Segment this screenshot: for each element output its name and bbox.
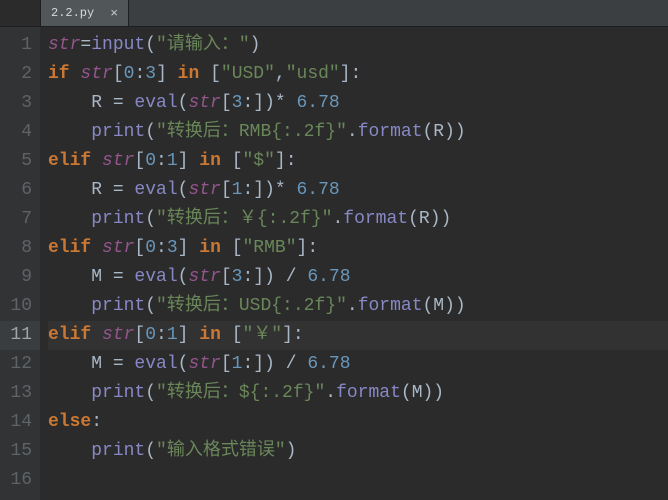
code-line: elif str[0:1] in ["$"]: — [48, 147, 668, 176]
code-line: str=input("请输入：") — [48, 31, 668, 60]
gutter: 1 2 3 4 5 6 7 8 9 10 11 12 13 14 15 16 — [0, 27, 40, 500]
code-line: if str[0:3] in ["USD","usd"]: — [48, 60, 668, 89]
code-line: print("输入格式错误") — [48, 437, 668, 466]
line-number: 8 — [0, 234, 40, 263]
tab-label: 2.2.py — [51, 6, 94, 20]
code-line: print("转换后：￥{:.2f}".format(R)) — [48, 205, 668, 234]
line-number: 7 — [0, 205, 40, 234]
line-number: 5 — [0, 147, 40, 176]
line-number: 3 — [0, 89, 40, 118]
line-number: 12 — [0, 350, 40, 379]
line-number: 16 — [0, 466, 40, 495]
code-line: print("转换后：${:.2f}".format(M)) — [48, 379, 668, 408]
line-number: 13 — [0, 379, 40, 408]
line-number: 2 — [0, 60, 40, 89]
tab-bar: 2.2.py × — [0, 0, 668, 27]
editor: 1 2 3 4 5 6 7 8 9 10 11 12 13 14 15 16 s… — [0, 27, 668, 500]
code-area[interactable]: str=input("请输入：") if str[0:3] in ["USD",… — [40, 27, 668, 500]
tab-spacer — [0, 0, 41, 26]
code-line: print("转换后：RMB{:.2f}".format(R)) — [48, 118, 668, 147]
line-number: 10 — [0, 292, 40, 321]
line-number: 9 — [0, 263, 40, 292]
code-line: M = eval(str[1:]) / 6.78 — [48, 350, 668, 379]
file-tab[interactable]: 2.2.py × — [41, 0, 129, 26]
line-number: 1 — [0, 31, 40, 60]
line-number: 6 — [0, 176, 40, 205]
close-icon[interactable]: × — [110, 6, 118, 21]
code-line: elif str[0:1] in ["￥"]: — [48, 321, 668, 350]
line-number: 4 — [0, 118, 40, 147]
code-line — [48, 466, 668, 495]
line-number: 15 — [0, 437, 40, 466]
code-line: R = eval(str[1:])* 6.78 — [48, 176, 668, 205]
code-line: M = eval(str[3:]) / 6.78 — [48, 263, 668, 292]
line-number: 11 — [0, 321, 40, 350]
code-line: elif str[0:3] in ["RMB"]: — [48, 234, 668, 263]
code-line: R = eval(str[3:])* 6.78 — [48, 89, 668, 118]
code-line: else: — [48, 408, 668, 437]
line-number: 14 — [0, 408, 40, 437]
code-line: print("转换后：USD{:.2f}".format(M)) — [48, 292, 668, 321]
